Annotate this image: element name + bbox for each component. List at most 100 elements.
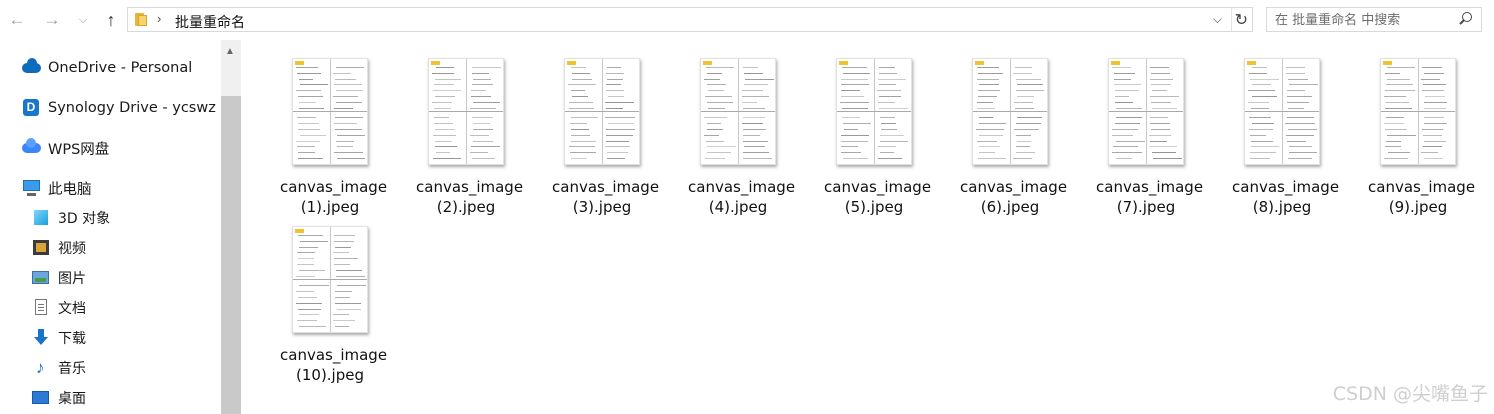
- 3d-objects-icon: [32, 209, 52, 227]
- image-thumbnail: [972, 58, 1048, 165]
- file-item[interactable]: canvas_image (2).jpeg: [416, 58, 523, 217]
- refresh-icon[interactable]: ↻: [1235, 10, 1248, 30]
- file-name: canvas_image (1).jpeg: [280, 177, 387, 217]
- watermark: CSDN @尖嘴鱼子: [1332, 383, 1488, 405]
- this-pc-icon: [22, 179, 42, 197]
- folder-icon: [135, 13, 149, 26]
- sidebar-item-this-pc[interactable]: 此电脑: [22, 174, 92, 202]
- file-name-line2: (2).jpeg: [436, 198, 496, 216]
- file-item[interactable]: canvas_image (7).jpeg: [1096, 58, 1203, 217]
- image-thumbnail: [1244, 58, 1320, 165]
- file-name: canvas_image (7).jpeg: [1096, 177, 1203, 217]
- recent-locations-button[interactable]: ⌵: [75, 8, 91, 32]
- sidebar-item-desktop[interactable]: 桌面: [32, 384, 86, 412]
- file-name-line2: (6).jpeg: [980, 198, 1040, 216]
- sidebar-item-music[interactable]: ♪ 音乐: [32, 354, 86, 382]
- scroll-up-icon[interactable]: ▲: [225, 46, 235, 57]
- desktop-icon: [32, 389, 52, 407]
- documents-icon: [32, 299, 52, 317]
- file-name-line1: canvas_image: [552, 178, 660, 196]
- sidebar-item-label: 图片: [58, 271, 86, 287]
- forward-button[interactable]: →: [41, 8, 63, 32]
- file-name-line2: (10).jpeg: [296, 366, 364, 384]
- sidebar-item-wps-cloud[interactable]: WPS网盘: [22, 134, 109, 162]
- file-name-line1: canvas_image: [1368, 178, 1476, 196]
- file-name-line2: (1).jpeg: [300, 198, 360, 216]
- image-thumbnail: [836, 58, 912, 165]
- file-item[interactable]: canvas_image (9).jpeg: [1368, 58, 1475, 217]
- sidebar-item-videos[interactable]: 视频: [32, 234, 86, 262]
- file-item[interactable]: canvas_image (3).jpeg: [552, 58, 659, 217]
- file-name: canvas_image (6).jpeg: [960, 177, 1067, 217]
- onedrive-cloud-icon: [22, 58, 42, 77]
- file-name-line1: canvas_image: [688, 178, 796, 196]
- sidebar-item-label: OneDrive - Personal: [48, 60, 193, 76]
- breadcrumb-current-folder[interactable]: 批量重命名: [175, 12, 245, 32]
- arrow-up-icon: ↑: [106, 9, 116, 30]
- sidebar-item-label: 下载: [58, 331, 86, 347]
- sidebar-item-label: Synology Drive - ycswz: [48, 100, 216, 116]
- sidebar-item-label: 此电脑: [48, 181, 92, 198]
- file-name-line2: (9).jpeg: [1388, 198, 1448, 216]
- chevron-down-icon: ⌵: [78, 13, 88, 26]
- address-dropdown-icon[interactable]: ⌵: [1213, 12, 1222, 27]
- file-item[interactable]: canvas_image (4).jpeg: [688, 58, 795, 217]
- navigation-pane: OneDrive - Personal D Synology Drive - y…: [0, 40, 241, 414]
- file-list: canvas_image (1).jpeg canvas_image (2).jpe…: [241, 40, 1494, 414]
- image-thumbnail: [1380, 58, 1456, 165]
- breadcrumb-chevron-icon[interactable]: ›: [157, 11, 161, 26]
- sidebar-item-onedrive[interactable]: OneDrive - Personal: [22, 54, 192, 82]
- image-thumbnail: [428, 58, 504, 165]
- file-item[interactable]: canvas_image (5).jpeg: [824, 58, 931, 217]
- image-thumbnail: [292, 58, 368, 165]
- scrollbar-thumb[interactable]: [221, 96, 241, 414]
- sidebar-item-label: 3D 对象: [58, 211, 111, 227]
- file-item[interactable]: canvas_image (6).jpeg: [960, 58, 1067, 217]
- up-button[interactable]: ↑: [100, 8, 122, 32]
- file-name: canvas_image (10).jpeg: [280, 345, 387, 385]
- search-icon[interactable]: [1459, 10, 1475, 28]
- address-toolbar: ← → ⌵ ↑ › 批量重命名 ⌵ ↻: [0, 0, 1494, 40]
- sidebar-scrollbar[interactable]: ▲: [221, 40, 241, 414]
- file-name: canvas_image (3).jpeg: [552, 177, 659, 217]
- address-divider: [1231, 8, 1232, 31]
- sidebar-item-label: WPS网盘: [48, 141, 110, 158]
- sidebar-item-downloads[interactable]: 下载: [32, 324, 86, 352]
- file-item[interactable]: canvas_image (1).jpeg: [280, 58, 387, 217]
- sidebar-item-label: 音乐: [58, 361, 86, 377]
- pictures-icon: [32, 269, 52, 287]
- file-name-line1: canvas_image: [960, 178, 1068, 196]
- search-box[interactable]: [1266, 7, 1482, 33]
- image-thumbnail: [564, 58, 640, 165]
- downloads-icon: [32, 329, 52, 347]
- file-name-line1: canvas_image: [824, 178, 932, 196]
- sidebar-item-synology-drive[interactable]: D Synology Drive - ycswz: [22, 94, 216, 122]
- search-input[interactable]: [1267, 8, 1457, 33]
- music-icon: ♪: [36, 358, 45, 377]
- sidebar-item-documents[interactable]: 文档: [32, 294, 86, 322]
- file-name: canvas_image (8).jpeg: [1232, 177, 1339, 217]
- back-button[interactable]: ←: [6, 8, 28, 32]
- image-thumbnail: [292, 226, 368, 333]
- sidebar-item-label: 视频: [58, 241, 86, 257]
- file-name: canvas_image (9).jpeg: [1368, 177, 1475, 217]
- file-name-line1: canvas_image: [1232, 178, 1340, 196]
- file-name-line1: canvas_image: [280, 178, 388, 196]
- file-item[interactable]: canvas_image (10).jpeg: [280, 226, 387, 385]
- file-name-line2: (8).jpeg: [1252, 198, 1312, 216]
- file-name-line2: (5).jpeg: [844, 198, 904, 216]
- wps-cloud-icon: [22, 138, 42, 157]
- image-thumbnail: [700, 58, 776, 165]
- sidebar-item-pictures[interactable]: 图片: [32, 264, 86, 292]
- file-name-line1: canvas_image: [280, 346, 388, 364]
- file-name-line2: (7).jpeg: [1116, 198, 1176, 216]
- address-bar[interactable]: › 批量重命名 ⌵ ↻: [127, 7, 1253, 32]
- file-item[interactable]: canvas_image (8).jpeg: [1232, 58, 1339, 217]
- videos-icon: [32, 239, 52, 257]
- file-name: canvas_image (4).jpeg: [688, 177, 795, 217]
- sidebar-item-label: 桌面: [58, 391, 86, 407]
- file-name-line2: (3).jpeg: [572, 198, 632, 216]
- sidebar-item-label: 文档: [58, 301, 86, 317]
- sidebar-item-3d-objects[interactable]: 3D 对象: [32, 204, 110, 232]
- file-name: canvas_image (5).jpeg: [824, 177, 931, 217]
